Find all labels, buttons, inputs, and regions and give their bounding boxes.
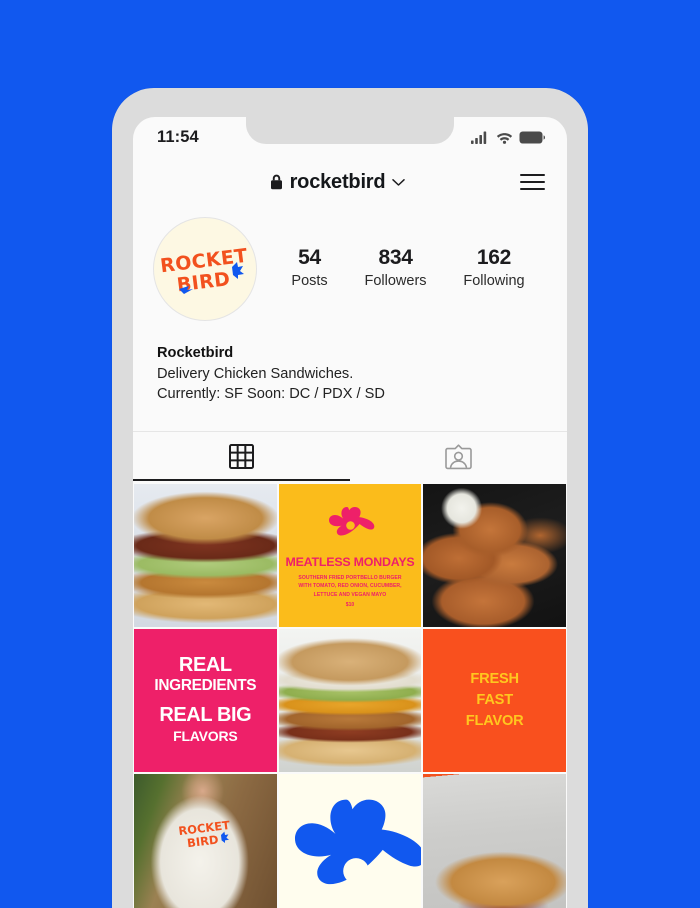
tile-sub-line-2: WITH TOMATO, RED ONION, CUCUMBER,	[298, 582, 401, 590]
tile-sub-line-3: LETTUCE AND VEGAN MAYO	[298, 591, 401, 599]
phone-notch	[246, 117, 454, 144]
status-time: 11:54	[157, 126, 199, 147]
post-fried-chicken-tenders[interactable]	[423, 484, 566, 627]
tile-subtitle: SOUTHERN FRIED PORTBELLO BURGER WITH TOM…	[298, 574, 401, 599]
username-label: rocketbird	[290, 171, 386, 194]
post-real-ingredients[interactable]: REAL INGREDIENTS REAL BIG FLAVORS	[134, 629, 277, 772]
post-chicken-sandwich-green-sauce[interactable]	[134, 484, 277, 627]
stat-value: 54	[291, 245, 327, 271]
profile-tabs	[133, 431, 567, 481]
profile-summary: ROCKET BIRD 54 Posts 834 Followers 16	[133, 209, 567, 321]
post-cheeseburger-pickles[interactable]	[279, 629, 422, 772]
post-rocketbird-tshirt[interactable]: ROCKET BIRD	[134, 774, 277, 908]
wifi-icon	[496, 131, 513, 144]
username-dropdown[interactable]: rocketbird	[155, 171, 520, 194]
bio-line-1: Delivery Chicken Sandwiches.	[157, 364, 543, 385]
post-fresh-fast-flavor[interactable]: FRESH FAST FLAVOR	[423, 629, 566, 772]
post-image	[279, 774, 422, 908]
post-sesame-bun-sandwich[interactable]	[423, 774, 566, 908]
post-blue-flower-graphic[interactable]	[279, 774, 422, 908]
stat-followers[interactable]: 834 Followers	[364, 245, 426, 293]
tab-tagged[interactable]	[350, 432, 567, 481]
phone-screen: 11:54	[133, 117, 567, 908]
stat-posts[interactable]: 54 Posts	[291, 245, 327, 293]
stat-value: 162	[463, 245, 524, 271]
battery-full-icon	[519, 131, 545, 144]
stat-label: Posts	[291, 271, 327, 293]
status-indicators	[471, 129, 545, 144]
tile-line-1: FRESH	[470, 669, 518, 690]
tile-line-2: FAST	[476, 690, 513, 711]
tile-title: MEATLESS MONDAYS	[286, 555, 415, 569]
app-header: rocketbird	[133, 155, 567, 209]
profile-bio: Rocketbird Delivery Chicken Sandwiches. …	[133, 321, 567, 405]
rocketbird-logo-icon: ROCKET BIRD	[159, 223, 251, 315]
tagged-person-icon	[445, 444, 472, 470]
tile-sub-line-1: SOUTHERN FRIED PORTBELLO BURGER	[298, 574, 401, 582]
tile-line-3: REAL BIG	[159, 704, 251, 726]
stat-label: Followers	[364, 271, 426, 293]
stat-value: 834	[364, 245, 426, 271]
menu-line	[520, 174, 545, 176]
tab-grid[interactable]	[133, 432, 350, 481]
post-image	[423, 484, 566, 627]
chevron-down-icon	[392, 178, 405, 187]
phone-frame: 11:54	[112, 88, 588, 908]
tile-line-3: FLAVOR	[466, 711, 524, 732]
avatar[interactable]: ROCKET BIRD	[153, 217, 257, 321]
tile-line-1: REAL	[179, 654, 232, 676]
post-meatless-mondays[interactable]: MEATLESS MONDAYS SOUTHERN FRIED PORTBELL…	[279, 484, 422, 627]
rocketbird-shirt-logo-icon: ROCKET BIRD	[175, 818, 235, 852]
bio-line-2: Currently: SF Soon: DC / PDX / SD	[157, 384, 543, 405]
tile-line-2: INGREDIENTS	[154, 676, 256, 697]
status-bar: 11:54	[133, 117, 567, 155]
cellular-signal-icon	[471, 131, 490, 144]
blue-flower-bird-icon	[279, 774, 422, 908]
stat-label: Following	[463, 271, 524, 293]
grid-icon	[229, 444, 254, 469]
post-image	[279, 629, 422, 772]
post-image	[423, 774, 566, 908]
post-image	[134, 484, 277, 627]
menu-line	[520, 181, 545, 183]
svg-text:BIRD: BIRD	[187, 832, 220, 850]
tile-price: $10	[346, 602, 355, 608]
lock-icon	[270, 174, 283, 190]
hamburger-menu-icon[interactable]	[520, 174, 545, 191]
bio-display-name: Rocketbird	[157, 343, 543, 364]
tile-line-4: FLAVORS	[173, 727, 237, 747]
profile-stats: 54 Posts 834 Followers 162 Following	[257, 245, 547, 293]
stat-following[interactable]: 162 Following	[463, 245, 524, 293]
post-grid: MEATLESS MONDAYS SOUTHERN FRIED PORTBELL…	[133, 484, 567, 908]
menu-line	[520, 188, 545, 190]
pink-flower-icon	[323, 503, 377, 545]
